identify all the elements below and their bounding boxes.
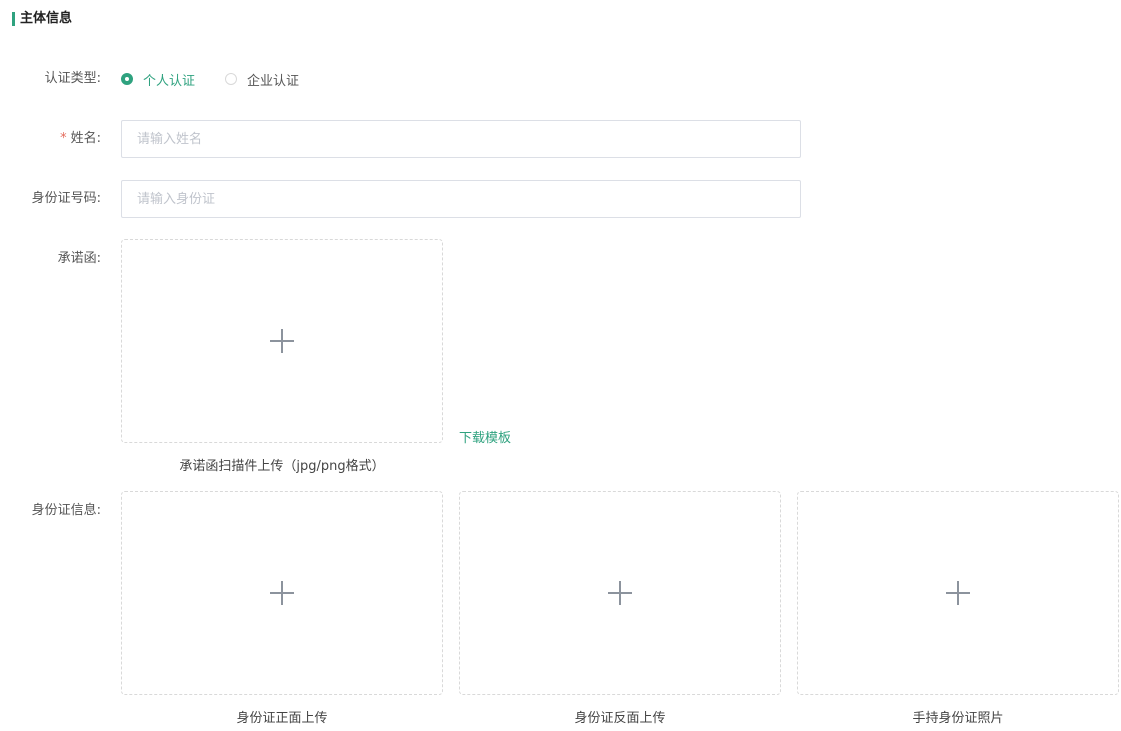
- id-number-input[interactable]: [121, 180, 801, 218]
- id-back-upload-box[interactable]: [459, 491, 781, 695]
- id-front-upload-box[interactable]: [121, 491, 443, 695]
- name-label: * 姓名:: [1, 130, 101, 148]
- radio-unchecked-icon[interactable]: [225, 73, 238, 85]
- section-title-text: 主体信息: [20, 11, 73, 26]
- radio-personal-auth[interactable]: 个人认证: [121, 70, 195, 89]
- radio-enterprise-label[interactable]: 企业认证: [247, 70, 299, 89]
- radio-personal-label[interactable]: 个人认证: [143, 70, 195, 89]
- plus-icon: [608, 581, 632, 605]
- id-front-caption: 身份证正面上传: [236, 711, 328, 726]
- id-info-label: 身份证信息:: [31, 503, 101, 518]
- plus-icon: [946, 581, 970, 605]
- id-number-label: 身份证号码:: [31, 191, 101, 206]
- section-title: 主体信息: [12, 11, 72, 27]
- required-mark: *: [60, 131, 67, 146]
- commitment-upload-caption: 承诺函扫描件上传（jpg/png格式）: [179, 459, 385, 474]
- plus-icon: [270, 329, 294, 353]
- id-handheld-caption: 手持身份证照片: [912, 711, 1004, 726]
- commitment-label: 承诺函:: [57, 251, 101, 266]
- section-accent-bar: [12, 12, 15, 26]
- name-input[interactable]: [121, 120, 801, 158]
- auth-type-radio-group: 个人认证 企业认证: [121, 69, 329, 89]
- radio-enterprise-auth[interactable]: 企业认证: [225, 70, 299, 89]
- download-template-link[interactable]: 下载模板: [459, 427, 511, 446]
- auth-type-label: 认证类型:: [44, 71, 101, 86]
- plus-icon: [270, 581, 294, 605]
- id-handheld-upload-box[interactable]: [797, 491, 1119, 695]
- name-label-text: 姓名:: [70, 131, 101, 146]
- commitment-upload-box[interactable]: [121, 239, 443, 443]
- id-back-caption: 身份证反面上传: [574, 711, 666, 726]
- radio-checked-icon[interactable]: [121, 73, 133, 85]
